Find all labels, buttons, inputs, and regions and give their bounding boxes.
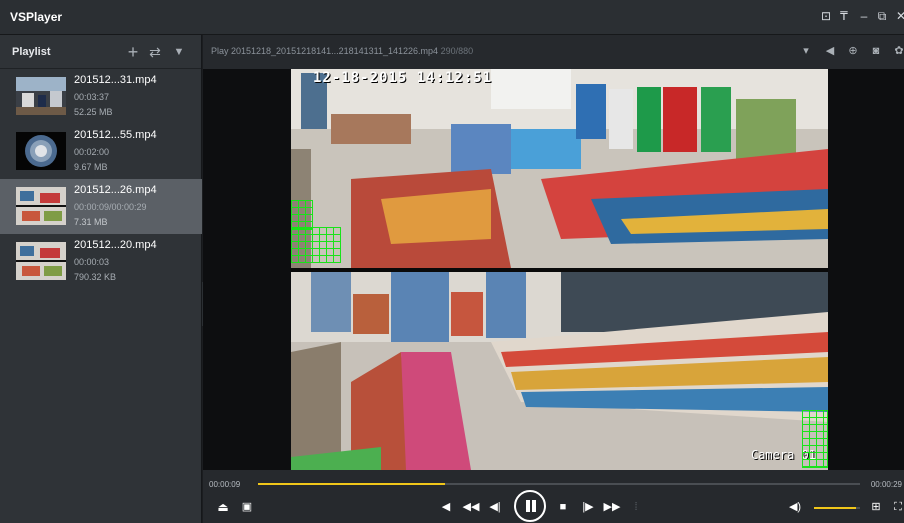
store-scene-bottom: [291, 272, 828, 470]
eject-icon[interactable]: ⏏: [215, 499, 231, 515]
title-bar: VSPlayer ⊡ ₸ – ⧉ ✕: [0, 0, 904, 35]
now-playing-filename: Play 20151218_20151218141...218141311_14…: [211, 46, 439, 56]
video-pane-top: 12-18-2015 14:12:51: [291, 69, 828, 268]
playlist-item-duration: 00:03:37: [74, 92, 110, 102]
volume-fill: [814, 507, 857, 509]
pause-button[interactable]: [514, 490, 546, 522]
playback-control-bar: 00:00:09 00:00:29 ⏏ ▣ ◀ ◀◀ ◀| ■ |▶ ▶▶ ⁞ …: [203, 470, 904, 523]
zoom-icon[interactable]: ⊕: [846, 44, 860, 58]
video-frame[interactable]: 12-18-2015 14:12:51 Camera 01: [291, 69, 828, 470]
settings-icon[interactable]: ✿: [892, 44, 904, 58]
frame-counter: 290/880: [440, 46, 474, 56]
playlist-item-size: 790.32 KB: [74, 272, 117, 282]
video-thumbnail: [16, 187, 66, 225]
layout-grid-icon[interactable]: ⊞: [869, 499, 883, 515]
stop-back-icon[interactable]: ◀: [439, 499, 453, 515]
playlist-item-duration: 00:00:03: [74, 257, 110, 267]
frame-step-icon[interactable]: ⁞: [629, 499, 643, 515]
volume-slider[interactable]: [814, 507, 860, 509]
loop-mode-icon[interactable]: ⇄: [146, 43, 164, 61]
step-forward-icon[interactable]: |▶: [580, 499, 596, 515]
motion-detection-grid: [291, 200, 313, 230]
playlist-item-duration: 00:00:09/00:00:29: [74, 202, 147, 212]
video-thumbnail: [16, 242, 66, 280]
stop-icon[interactable]: ■: [556, 499, 570, 515]
pin-icon[interactable]: ₸: [836, 8, 852, 24]
audio-track-icon[interactable]: ◀: [823, 44, 837, 58]
filter-icon[interactable]: ▼: [170, 43, 188, 61]
playlist-item[interactable]: 201512...20.mp4 00:00:03 790.32 KB: [0, 234, 202, 289]
playlist-item-size: 9.67 MB: [74, 162, 108, 172]
playlist-item-duration: 00:02:00: [74, 147, 110, 157]
restore-icon[interactable]: ⧉: [874, 8, 890, 24]
playlist-item-selected[interactable]: 201512...26.mp4 00:00:09/00:00:29 7.31 M…: [0, 179, 202, 234]
playlist-panel: Playlist + ⇄ ▼ 201512...31.mp4 00:03:37 …: [0, 35, 202, 523]
progress-fill: [258, 483, 445, 485]
playlist-item[interactable]: 201512...31.mp4 00:03:37 52.25 MB: [0, 69, 202, 124]
video-thumbnail: [16, 132, 66, 170]
close-icon[interactable]: ✕: [893, 8, 904, 24]
volume-icon[interactable]: ◀): [787, 499, 803, 515]
playlist-item-name: 201512...20.mp4: [74, 239, 157, 251]
motion-detection-grid: [802, 410, 828, 468]
fast-forward-icon[interactable]: ▶▶: [603, 499, 621, 515]
snapshot-icon[interactable]: ◙: [869, 44, 883, 58]
playlist-header: Playlist + ⇄ ▼: [0, 35, 201, 69]
osd-timestamp: 12-18-2015 14:12:51: [313, 70, 493, 86]
rewind-icon[interactable]: ◀◀: [462, 499, 480, 515]
current-time: 00:00:09: [209, 480, 241, 489]
video-pane-bottom: Camera 01: [291, 272, 828, 470]
video-thumbnail: [16, 77, 66, 115]
now-playing-label: Play 20151218_20151218141...218141311_14…: [211, 46, 473, 56]
minimize-to-tray-icon[interactable]: ⊡: [818, 8, 834, 24]
step-back-icon[interactable]: ◀|: [487, 499, 503, 515]
open-folder-icon[interactable]: ▣: [239, 499, 255, 515]
info-bar: Play 20151218_20151218141...218141311_14…: [203, 35, 904, 69]
minimize-icon[interactable]: –: [856, 8, 872, 24]
playlist-title: Playlist: [12, 46, 51, 58]
playlist-item[interactable]: 201512...55.mp4 00:02:00 9.67 MB: [0, 124, 202, 179]
playlist-item-size: 7.31 MB: [74, 217, 108, 227]
app-title: VSPlayer: [10, 10, 63, 24]
playlist-item-name: 201512...26.mp4: [74, 184, 157, 196]
playlist-item-name: 201512...55.mp4: [74, 129, 157, 141]
total-time: 00:00:29: [870, 480, 902, 489]
add-file-icon[interactable]: +: [124, 43, 142, 61]
fisheye-mode-icon[interactable]: ▾: [799, 44, 813, 58]
playlist-item-size: 52.25 MB: [74, 107, 113, 117]
progress-bar[interactable]: [258, 483, 860, 485]
motion-detection-grid: [291, 227, 341, 263]
video-area[interactable]: 12-18-2015 14:12:51 Camera 01: [203, 69, 904, 470]
fullscreen-icon[interactable]: ⛶: [892, 499, 904, 515]
playlist-item-name: 201512...31.mp4: [74, 74, 157, 86]
store-scene-top: [291, 69, 828, 268]
